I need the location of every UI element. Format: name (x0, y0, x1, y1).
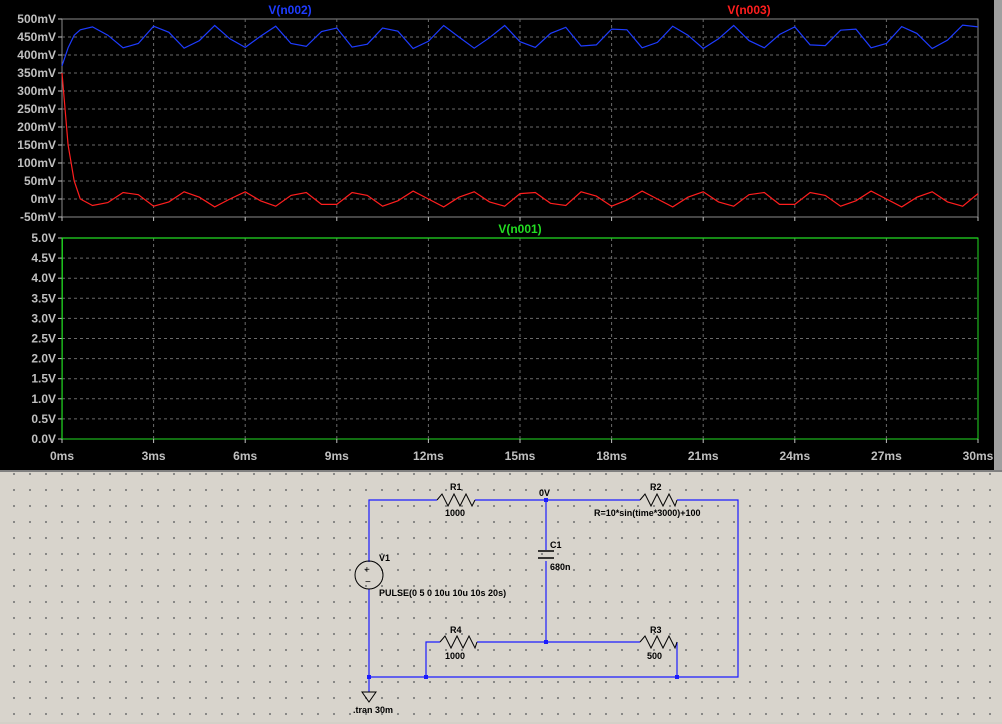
minus-icon: − (365, 577, 371, 588)
x-tick-label: 27ms (871, 449, 902, 463)
v1-ref: V1 (379, 553, 390, 563)
resistor-r1[interactable]: R1 1000 (436, 482, 476, 518)
y-tick-label-bottom: 3.5V (31, 291, 56, 305)
y-tick-label-top: -50mV (20, 210, 56, 224)
x-tick-label: 30ms (963, 449, 994, 463)
x-tick-label: 18ms (596, 449, 627, 463)
trace-label-n003[interactable]: V(n003) (727, 3, 770, 17)
x-tick-label: 3ms (142, 449, 166, 463)
y-tick-label-top: 350mV (17, 66, 56, 80)
r1-ref: R1 (450, 482, 462, 492)
y-tick-label-top: 400mV (17, 48, 56, 62)
r1-value: 1000 (445, 508, 465, 518)
x-tick-label: 9ms (325, 449, 349, 463)
ground-icon[interactable] (361, 691, 377, 703)
y-tick-label-top: 200mV (17, 120, 56, 134)
x-tick-label: 15ms (505, 449, 536, 463)
node-junction (544, 498, 548, 502)
y-tick-label-top: 150mV (17, 138, 56, 152)
r3-ref: R3 (650, 625, 662, 635)
r4-value: 1000 (445, 651, 465, 661)
y-tick-label-top: 250mV (17, 102, 56, 116)
resistor-r3[interactable]: R3 500 (639, 625, 678, 661)
c1-ref: C1 (550, 540, 562, 550)
r3-value: 500 (647, 651, 662, 661)
y-tick-label-bottom: 4.0V (31, 271, 56, 285)
x-tick-label: 12ms (413, 449, 444, 463)
waveform-viewer[interactable]: 500mV 450mV 400mV 350mV 300mV 250mV 200mV 150mV… (0, 0, 1002, 470)
x-tick-label: 6ms (233, 449, 257, 463)
y-tick-label-bottom: 4.5V (31, 251, 56, 265)
y-tick-label-bottom: 1.5V (31, 372, 56, 386)
resistor-r4[interactable]: R4 1000 (439, 625, 478, 661)
r2-ref: R2 (650, 482, 662, 492)
c1-value: 680n (550, 562, 571, 572)
junction-dots (367, 640, 679, 679)
y-tick-label-top: 300mV (17, 84, 56, 98)
y-tick-label-top: 500mV (17, 12, 56, 26)
y-tick-label-top: 450mV (17, 30, 56, 44)
schematic-canvas[interactable]: R1 1000 R2 R=10*sin(time*3000)+100 0V C1… (0, 472, 1002, 724)
y-tick-label-bottom: 5.0V (31, 231, 56, 245)
y-tick-label-bottom: 0.0V (31, 432, 56, 446)
r2-value: R=10*sin(time*3000)+100 (594, 508, 701, 518)
trace-label-n001[interactable]: V(n001) (498, 222, 541, 236)
y-tick-label-top: 50mV (24, 174, 56, 188)
y-tick-label-bottom: 3.0V (31, 311, 56, 325)
y-tick-label-top: 0mV (31, 192, 56, 206)
y-tick-label-bottom: 0.5V (31, 412, 56, 426)
plus-icon: + (364, 565, 370, 576)
y-tick-label-bottom: 2.5V (31, 332, 56, 346)
plot-canvas[interactable]: 500mV 450mV 400mV 350mV 300mV 250mV 200mV 150mV… (0, 0, 994, 470)
node-label[interactable]: 0V (539, 488, 550, 498)
x-tick-label: 24ms (779, 449, 810, 463)
tran-directive[interactable]: .tran 30m (353, 705, 393, 715)
r4-ref: R4 (450, 625, 462, 635)
schematic-editor[interactable]: R1 1000 R2 R=10*sin(time*3000)+100 0V C1… (0, 470, 1002, 722)
trace-label-n002[interactable]: V(n002) (268, 3, 311, 17)
x-tick-label: 0ms (50, 449, 74, 463)
x-tick-label: 21ms (688, 449, 719, 463)
y-tick-label-bottom: 2.0V (31, 352, 56, 366)
y-tick-label-top: 100mV (17, 156, 56, 170)
capacitor-c1[interactable]: C1 680n (538, 540, 571, 572)
voltage-source-v1[interactable]: + − V1 PULSE(0 5 0 10u 10u 10s 20s) (354, 553, 506, 598)
y-tick-label-bottom: 1.0V (31, 392, 56, 406)
v1-value: PULSE(0 5 0 10u 10u 10s 20s) (379, 588, 506, 598)
